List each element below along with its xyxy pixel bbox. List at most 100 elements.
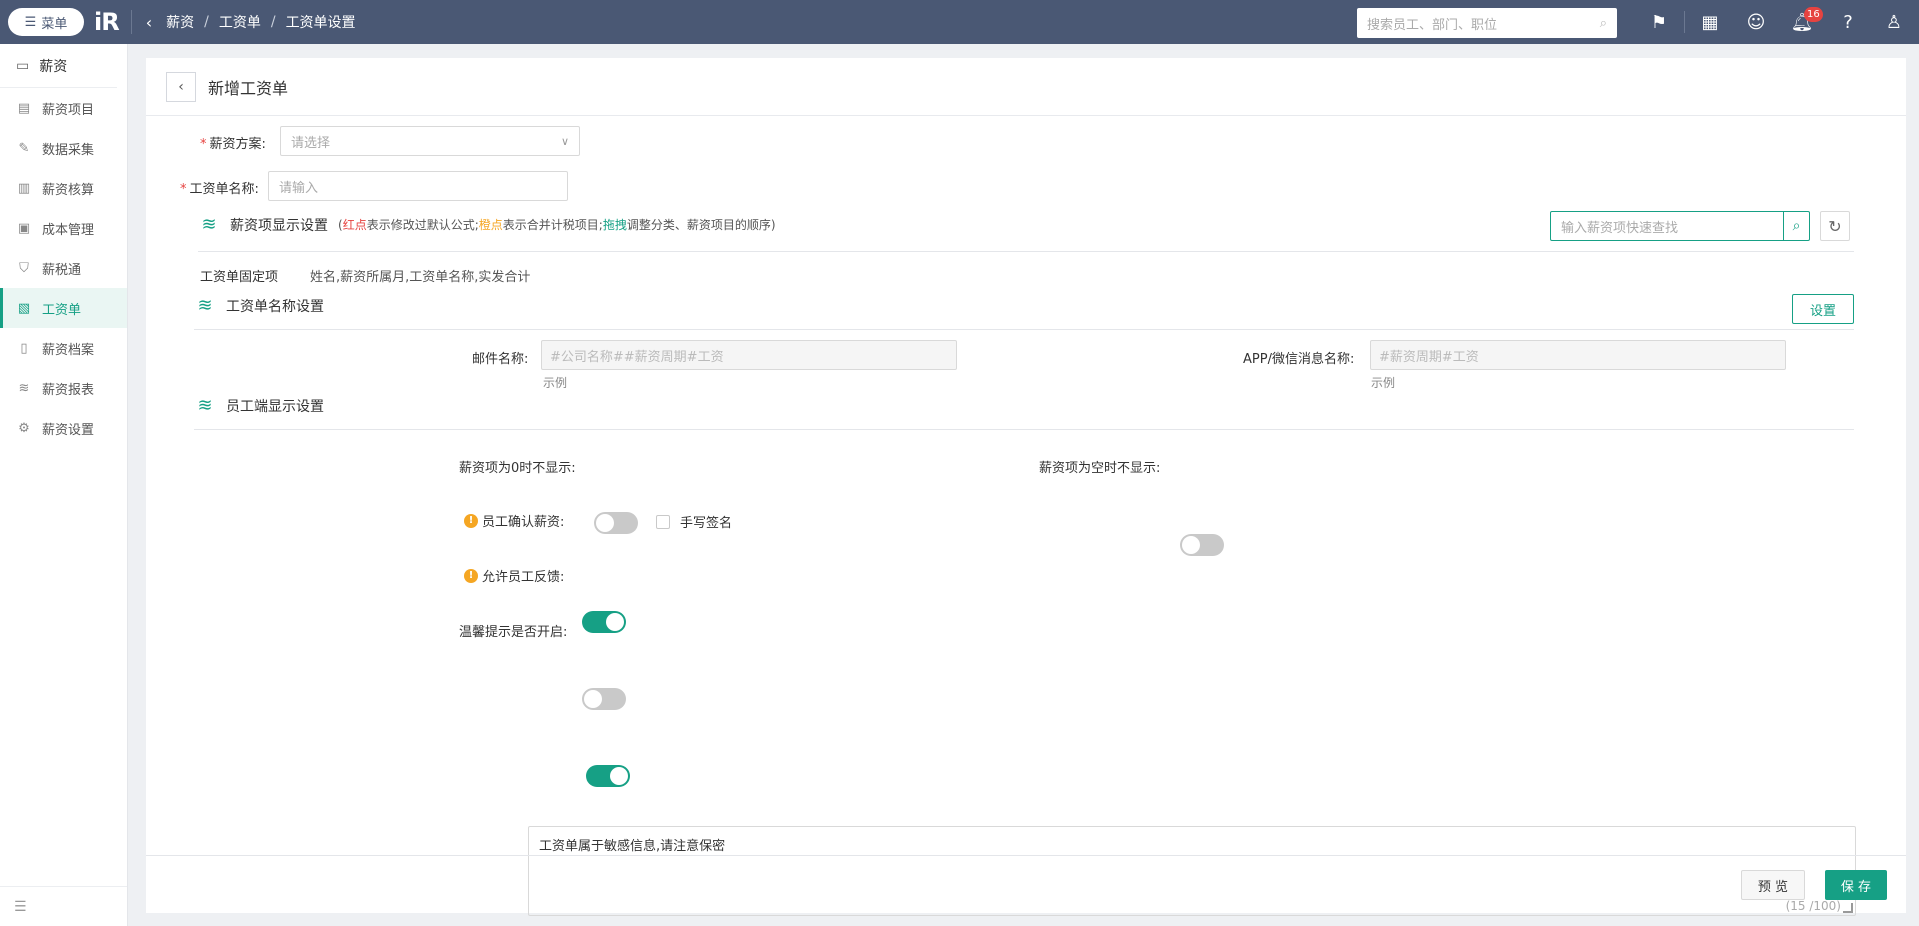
sidebar-item-settings[interactable]: ⚙ 薪资设置 xyxy=(0,408,127,448)
hint-text-1: 表示修改过默认公式; xyxy=(366,218,479,232)
item-search-placeholder: 输入薪资项快速查找 xyxy=(1561,220,1679,236)
app-name-label: APP/微信消息名称: xyxy=(1243,352,1355,367)
scheme-select-placeholder: 请选择 xyxy=(291,135,331,151)
sidebar: ▭ 薪资 ▤ 薪资项目 ✎ 数据采集 ▥ 薪资核算 ▣ 成本管理 ⛉ 薪税通 ▧… xyxy=(0,44,128,926)
hint-orange-dot: 橙点 xyxy=(478,218,503,232)
global-search-placeholder: 搜索员工、部门、职位 xyxy=(1367,17,1498,33)
mail-name-label: 邮件名称: xyxy=(472,352,529,367)
name-label: 工资单名称: xyxy=(189,182,259,197)
empty-hide-label: 薪资项为空时不显示: xyxy=(1039,461,1161,476)
hint-drag: 拖拽 xyxy=(602,218,627,232)
panel-header: ‹ 新增工资单 xyxy=(146,58,1906,116)
fixed-items-value: 姓名,薪资所属月,工资单名称,实发合计 xyxy=(310,270,531,285)
name-settings-title: 工资单名称设置 xyxy=(226,298,324,315)
tip-label: 温馨提示是否开启: xyxy=(459,625,568,640)
back-button[interactable]: ‹ xyxy=(166,71,196,102)
wallet-icon: ▭ xyxy=(16,57,30,74)
breadcrumb-separator: / xyxy=(204,14,209,30)
preview-button[interactable]: 预 览 xyxy=(1741,870,1805,900)
name-settings-button[interactable]: 设置 xyxy=(1792,294,1854,324)
empty-hide-toggle[interactable] xyxy=(1180,534,1224,556)
qrcode-icon[interactable]: ▦ xyxy=(1687,0,1733,44)
tip-textarea[interactable]: 工资单属于敏感信息,请注意保密 (15 /100) xyxy=(528,826,1856,916)
notification-badge: 16 xyxy=(1804,7,1823,22)
resize-handle-icon[interactable] xyxy=(1843,903,1853,913)
sidebar-item-label: 薪资核算 xyxy=(42,182,95,198)
cost-icon: ▣ xyxy=(17,220,31,236)
hint-red-dot: 红点 xyxy=(342,218,367,232)
page-title: 新增工资单 xyxy=(208,78,289,98)
sidebar-item-payslip[interactable]: ▧ 工资单 xyxy=(0,288,127,328)
sidebar-item-payroll-items[interactable]: ▤ 薪资项目 xyxy=(0,88,127,128)
sidebar-item-calculate[interactable]: ▥ 薪资核算 xyxy=(0,168,127,208)
feedback-label: 允许员工反馈: xyxy=(482,570,565,585)
toggle-knob xyxy=(610,767,628,785)
app-name-example: 示例 xyxy=(1371,376,1396,390)
main-panel: ‹ 新增工资单 * 薪资方案: 请选择 ∨ * 工资单名称: 请输入 ≋ 薪资项显示… xyxy=(146,58,1906,916)
hint-text-3: 调整分类、薪资项目的顺序) xyxy=(626,218,776,232)
sidebar-item-label: 数据采集 xyxy=(42,142,95,158)
settings-icon: ⚙ xyxy=(18,420,30,436)
sidebar-collapse-icon[interactable]: ☰ xyxy=(0,886,127,926)
display-settings-hint: (红点表示修改过默认公式;橙点表示合并计税项目;拖拽调整分类、薪资项目的顺序) xyxy=(338,216,776,233)
payslip-icon: ▧ xyxy=(17,300,31,316)
mail-name-value: #公司名称##薪资周期#工资 xyxy=(550,349,724,365)
save-button[interactable]: 保 存 xyxy=(1825,870,1887,900)
help-icon[interactable]: ? xyxy=(1825,0,1871,44)
sidebar-item-label: 薪资报表 xyxy=(42,382,95,398)
payslip-name-input[interactable]: 请输入 xyxy=(268,171,568,201)
toggle-knob xyxy=(606,613,624,631)
confirm-label-wrap: ! 员工确认薪资: xyxy=(464,511,564,530)
zero-hide-toggle[interactable] xyxy=(594,512,638,534)
breadcrumb-item-payslip-settings: 工资单设置 xyxy=(285,15,356,31)
search-icon[interactable]: ⌕ xyxy=(1600,16,1607,31)
calculate-icon: ▥ xyxy=(17,180,31,196)
sidebar-item-label: 薪资设置 xyxy=(42,422,95,438)
employee-settings-title: 员工端显示设置 xyxy=(226,398,324,415)
divider xyxy=(194,429,1854,430)
breadcrumb-item-salary[interactable]: 薪资 xyxy=(166,12,194,32)
mail-name-input: #公司名称##薪资周期#工资 xyxy=(541,340,957,370)
employee-settings-header: ≋ 员工端显示设置 xyxy=(194,395,324,416)
name-settings-header: ≋ 工资单名称设置 xyxy=(194,295,324,316)
confirm-label: 员工确认薪资: xyxy=(482,515,565,530)
sidebar-header[interactable]: ▭ 薪资 xyxy=(0,44,117,88)
contacts-icon[interactable]: ☺ xyxy=(1733,0,1779,44)
global-search-input[interactable]: 搜索员工、部门、职位 ⌕ xyxy=(1357,8,1617,38)
flag-icon[interactable]: ⚑ xyxy=(1636,0,1682,44)
refresh-button[interactable]: ↻ xyxy=(1820,211,1850,241)
menu-button[interactable]: ☰ 菜单 xyxy=(8,8,84,36)
tip-toggle[interactable] xyxy=(586,765,630,787)
sidebar-item-cost[interactable]: ▣ 成本管理 xyxy=(0,208,127,248)
fixed-items-label: 工资单固定项 xyxy=(200,270,279,285)
warning-icon: ! xyxy=(464,513,478,528)
report-icon: ≋ xyxy=(18,380,30,396)
search-icon[interactable]: ⌕ xyxy=(1783,212,1809,240)
divider xyxy=(130,10,132,34)
sidebar-item-report[interactable]: ≋ 薪资报表 xyxy=(0,368,127,408)
sidebar-item-label: 成本管理 xyxy=(42,222,95,238)
user-icon[interactable]: ♙ xyxy=(1871,0,1917,44)
sidebar-item-data-collect[interactable]: ✎ 数据采集 xyxy=(0,128,127,168)
feedback-toggle[interactable] xyxy=(582,688,626,710)
breadcrumb-item-payslip[interactable]: 工资单 xyxy=(219,12,261,32)
signature-checkbox[interactable] xyxy=(656,514,670,529)
menu-label: 菜单 xyxy=(41,16,68,32)
bell-icon[interactable]: 🔔︎ 16 xyxy=(1779,0,1825,44)
sidebar-item-archive[interactable]: ▯ 薪资档案 xyxy=(0,328,127,368)
toggle-knob xyxy=(584,690,602,708)
footer-divider xyxy=(146,855,1906,856)
divider xyxy=(194,329,1854,330)
layers-icon: ≋ xyxy=(201,214,217,235)
payslip-name-placeholder: 请输入 xyxy=(279,180,319,196)
sidebar-item-label: 薪资项目 xyxy=(42,102,95,118)
display-settings-header: ≋ 薪资项显示设置 (红点表示修改过默认公式;橙点表示合并计税项目;拖拽调整分类… xyxy=(198,214,776,235)
back-arrow-icon[interactable]: ‹ xyxy=(146,13,152,32)
sidebar-item-tax[interactable]: ⛉ 薪税通 xyxy=(0,248,127,288)
app-logo: iR xyxy=(94,8,120,36)
signature-option[interactable]: 手写签名 xyxy=(656,512,732,531)
scheme-select[interactable]: 请选择 ∨ xyxy=(280,126,580,156)
mail-name-example: 示例 xyxy=(543,376,568,390)
confirm-toggle[interactable] xyxy=(582,611,626,633)
item-search-input[interactable]: 输入薪资项快速查找 ⌕ xyxy=(1550,211,1810,241)
